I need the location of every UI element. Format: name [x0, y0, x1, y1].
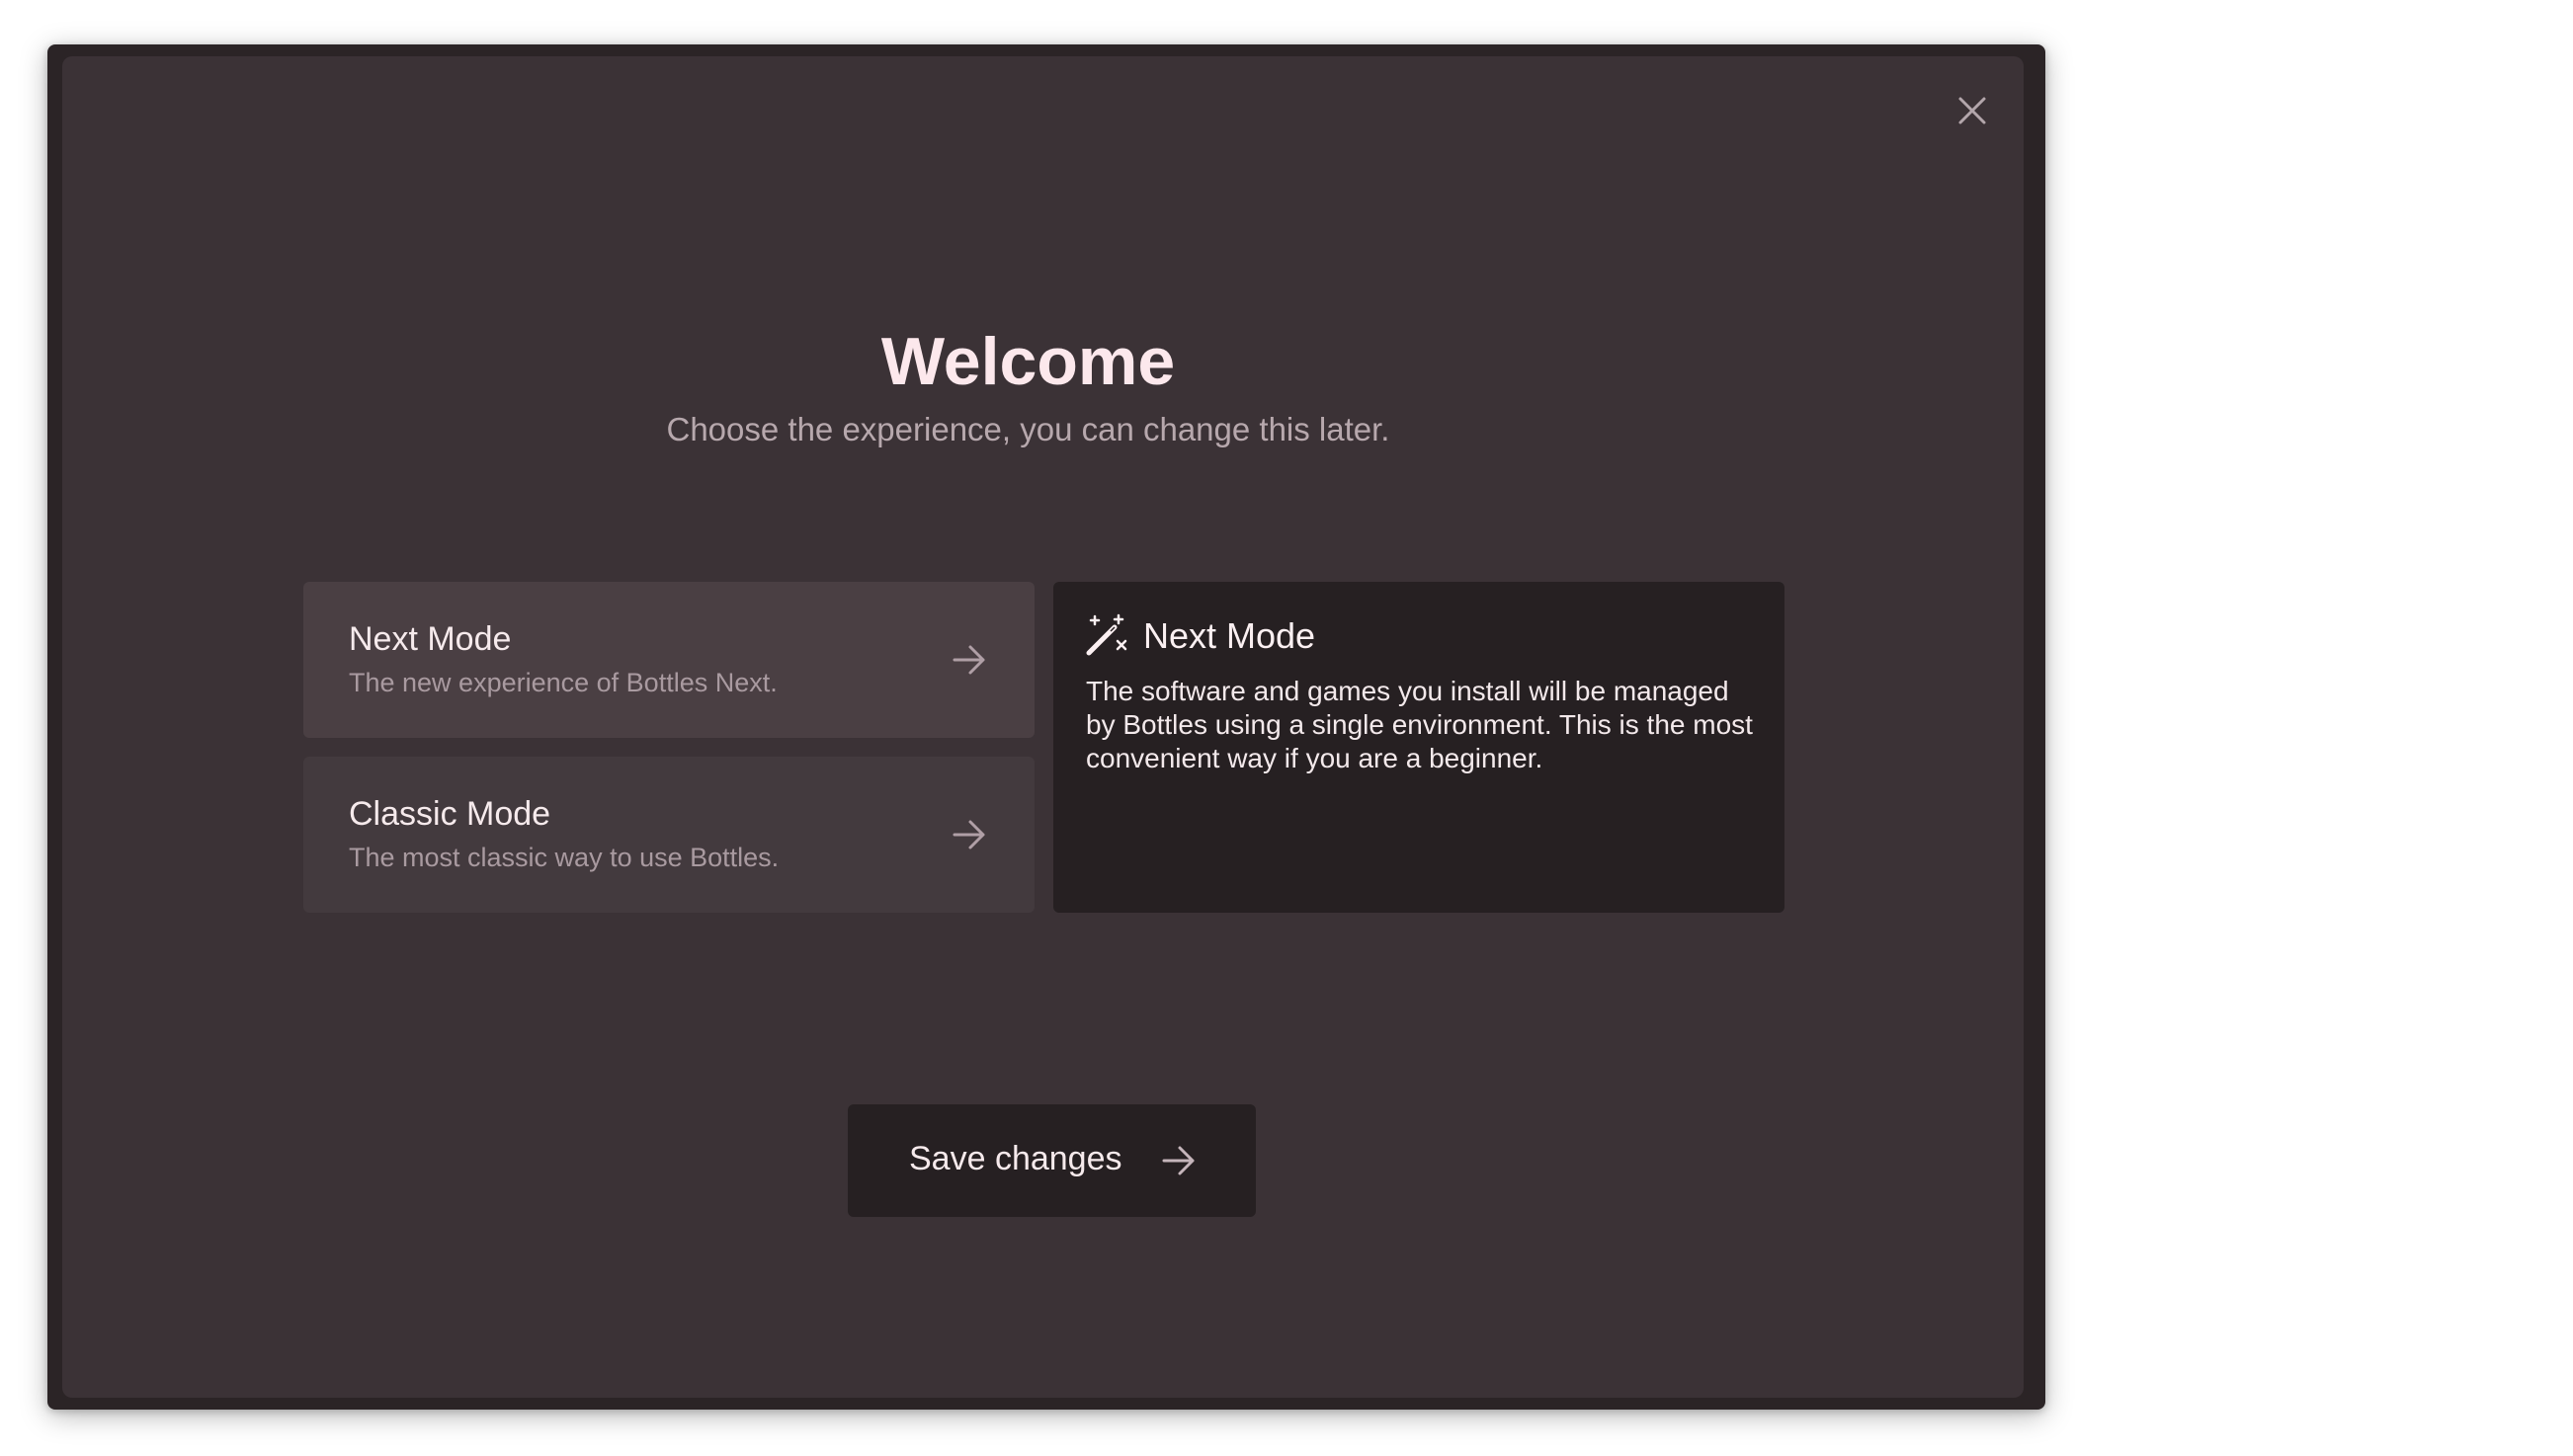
- save-changes-button[interactable]: Save changes: [848, 1104, 1256, 1217]
- close-button[interactable]: [1948, 86, 1997, 135]
- info-description: The software and games you install will …: [1086, 676, 1753, 773]
- classic-mode-option[interactable]: Classic Mode The most classic way to use…: [303, 757, 1035, 913]
- mode-info-panel: Next Mode The software and games you ins…: [1053, 582, 1784, 913]
- save-button-label: Save changes: [909, 1140, 1122, 1177]
- dialog-window: Welcome Choose the experience, you can c…: [47, 44, 2045, 1410]
- close-icon: [1958, 97, 1986, 124]
- page-title: Welcome: [880, 324, 1176, 399]
- option-description: The new experience of Bottles Next.: [349, 668, 778, 697]
- page-subtitle: Choose the experience, you can change th…: [666, 411, 1390, 447]
- option-title: Classic Mode: [349, 795, 551, 833]
- arrow-right-icon: [953, 645, 985, 675]
- arrow-right-icon: [1162, 1146, 1195, 1175]
- option-description: The most classic way to use Bottles.: [349, 843, 780, 872]
- arrow-right-icon: [953, 820, 985, 849]
- magic-wand-icon: [1086, 613, 1127, 656]
- dialog-panel: Welcome Choose the experience, you can c…: [62, 56, 2024, 1398]
- next-mode-option[interactable]: Next Mode The new experience of Bottles …: [303, 582, 1035, 738]
- info-title: Next Mode: [1143, 615, 1316, 656]
- option-title: Next Mode: [349, 620, 512, 658]
